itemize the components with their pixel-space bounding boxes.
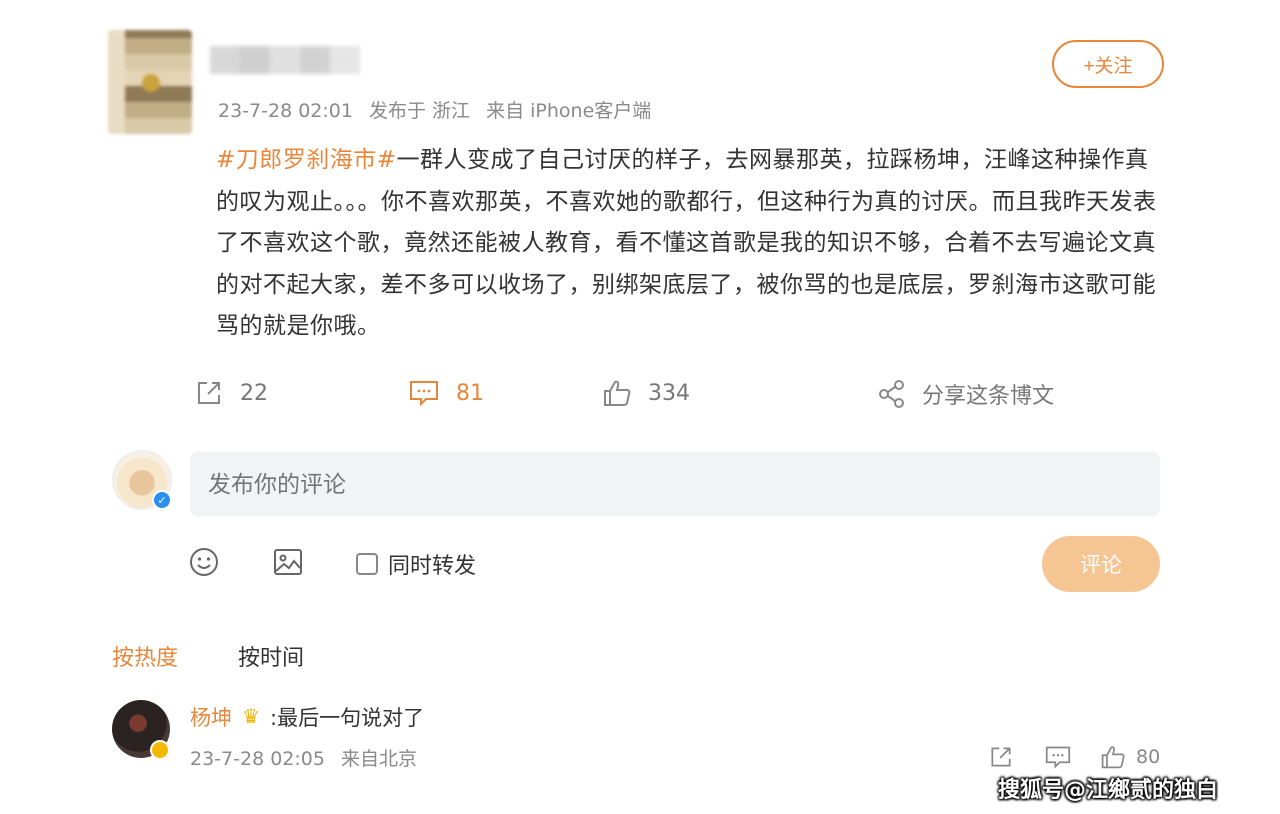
like-count: 334 — [648, 380, 690, 406]
image-button[interactable] — [272, 546, 304, 582]
share-action[interactable]: 分享这条博文 — [878, 378, 1054, 410]
post-author-avatar[interactable] — [108, 30, 192, 134]
post-body: #刀郎罗刹海市#一群人变成了自己讨厌的样子，去网暴那英，拉踩杨坤，汪峰这种操作真… — [216, 140, 1166, 348]
crown-icon: ♛ — [242, 704, 260, 728]
post-meta: 23-7-28 02:01 发布于 浙江 来自 iPhone客户端 — [218, 96, 661, 123]
repost-checkbox-label: 同时转发 — [388, 554, 477, 579]
emoji-icon — [190, 548, 218, 576]
repost-icon — [991, 747, 1011, 767]
emoji-button[interactable] — [188, 546, 220, 582]
like-icon — [1101, 746, 1125, 769]
post-action-bar: 22 81 334 分享这条博文 — [0, 378, 1280, 416]
comment-like-count: 80 — [1136, 746, 1161, 768]
checkbox-box[interactable] — [356, 553, 378, 575]
like-icon — [604, 380, 631, 406]
repost-checkbox[interactable]: 同时转发 — [356, 548, 476, 580]
repost-count: 22 — [240, 380, 268, 406]
tab-sort-hot[interactable]: 按热度 — [112, 640, 178, 672]
topic-link[interactable]: #刀郎罗刹海市# — [216, 147, 397, 173]
comment-icon — [410, 381, 438, 407]
follow-button[interactable]: +关注 — [1052, 40, 1164, 88]
image-icon — [274, 549, 302, 575]
share-label: 分享这条博文 — [922, 384, 1055, 409]
watermark: 搜狐号@江鄉贰的独白 — [998, 778, 1219, 803]
comment-source: 来自北京 — [341, 748, 418, 770]
repost-action[interactable]: 22 — [194, 378, 268, 408]
post-location: 发布于 浙江 — [369, 100, 471, 122]
comment-input[interactable] — [190, 452, 1160, 516]
submit-comment-button[interactable]: 评论 — [1042, 536, 1160, 592]
comment-count: 81 — [456, 380, 484, 406]
like-action[interactable]: 334 — [602, 378, 690, 408]
comment-reply-button[interactable] — [1044, 742, 1072, 772]
comment-time: 23-7-28 02:05 — [190, 748, 325, 770]
post-text: 一群人变成了自己讨厌的样子，去网暴那英，拉踩杨坤，汪峰这种操作真的叹为观止。。。… — [216, 147, 1157, 339]
comment-repost-button[interactable] — [988, 742, 1014, 772]
comment-icon — [1045, 746, 1071, 769]
repost-icon — [198, 382, 220, 404]
comment-like-button[interactable]: 80 — [1100, 742, 1160, 772]
share-icon — [879, 380, 904, 408]
commenter-verified-icon — [150, 740, 170, 760]
post-source: 来自 iPhone客户端 — [486, 100, 652, 122]
comment-text: :最后一句说对了 — [270, 706, 425, 730]
commenter-name[interactable]: 杨坤 — [190, 702, 232, 732]
comment-meta: 23-7-28 02:05 来自北京 — [190, 744, 427, 771]
comment-action[interactable]: 81 — [408, 378, 484, 408]
tab-sort-time[interactable]: 按时间 — [238, 640, 304, 672]
post-author-name-blurred[interactable] — [210, 46, 360, 74]
verified-icon: ✓ — [152, 490, 172, 510]
post-time: 23-7-28 02:01 — [218, 100, 353, 122]
